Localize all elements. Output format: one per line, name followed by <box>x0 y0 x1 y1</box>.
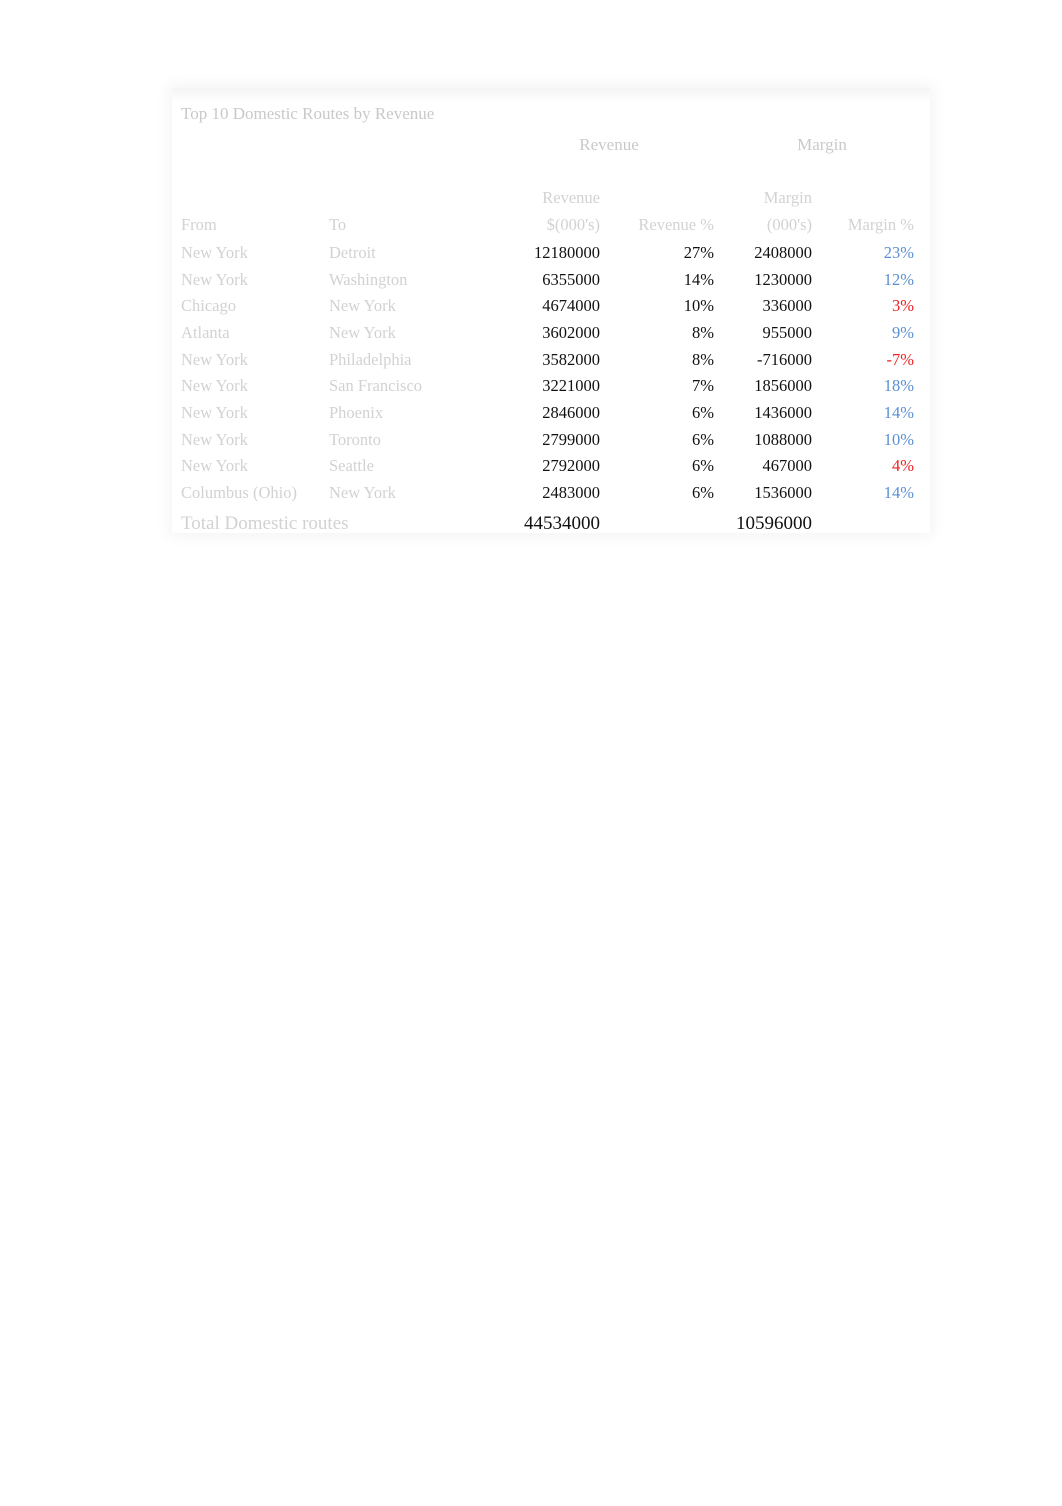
spacer-row <box>172 159 930 186</box>
cell-revenue-pct: 10% <box>683 296 715 316</box>
cell-from: New York <box>181 456 248 476</box>
table-row: Columbus (Ohio) New York 2483000 6% 1536… <box>172 480 930 507</box>
column-header-to: To <box>329 215 347 235</box>
cell-margin: 1088000 <box>754 429 813 449</box>
cell-margin: -716000 <box>757 349 813 369</box>
cell-to: Washington <box>329 269 408 289</box>
cell-revenue-pct: 8% <box>692 322 715 342</box>
cell-to: New York <box>329 483 396 503</box>
cell-margin: 1856000 <box>754 376 813 396</box>
routes-table: Revenue Margin From To Revenue $(000's) … <box>172 132 930 538</box>
cell-revenue: 2792000 <box>542 456 600 476</box>
cell-to: Seattle <box>329 456 374 476</box>
total-label: Total Domestic routes <box>181 512 349 534</box>
group-header-margin: Margin <box>797 135 847 154</box>
cell-to: Detroit <box>329 242 376 262</box>
cell-revenue: 12180000 <box>534 242 600 262</box>
cell-margin-pct: 23% <box>883 242 915 262</box>
cell-revenue-pct: 27% <box>683 242 715 262</box>
cell-revenue: 3221000 <box>542 376 600 396</box>
cell-revenue-pct: 8% <box>692 349 715 369</box>
cell-margin-pct: 4% <box>892 456 915 476</box>
cell-margin-pct: -7% <box>886 349 915 369</box>
cell-margin: 1230000 <box>754 269 813 289</box>
total-margin: 10596000 <box>736 512 813 534</box>
table-row: New York Detroit 12180000 27% 2408000 23… <box>172 240 930 267</box>
cell-margin-pct: 14% <box>883 403 915 423</box>
total-revenue: 44534000 <box>524 512 600 534</box>
table-row: New York Philadelphia 3582000 8% -716000… <box>172 347 930 374</box>
cell-to: New York <box>329 296 396 316</box>
column-header-margin-percent: Margin % <box>847 215 915 235</box>
cell-to: Phoenix <box>329 403 384 423</box>
column-header-margin-amount-line1: Margin <box>763 188 813 208</box>
cell-margin: 1436000 <box>754 403 813 423</box>
cell-from: Chicago <box>181 296 236 316</box>
group-header-row: Revenue Margin <box>172 132 930 159</box>
cell-margin: 2408000 <box>754 242 813 262</box>
column-header-revenue-amount: Revenue $(000's) <box>504 185 600 239</box>
cell-revenue: 3602000 <box>542 322 600 342</box>
column-header-row: From To Revenue $(000's) Revenue % Margi… <box>172 185 930 239</box>
table-row: New York Seattle 2792000 6% 467000 4% <box>172 453 930 480</box>
cell-revenue: 4674000 <box>542 296 600 316</box>
cell-revenue: 2846000 <box>542 403 600 423</box>
cell-from: New York <box>181 269 248 289</box>
cell-from: Atlanta <box>181 322 230 342</box>
cell-to: Philadelphia <box>329 349 412 369</box>
column-header-from: From <box>181 215 217 235</box>
cell-margin-pct: 12% <box>883 269 915 289</box>
report-panel: Top 10 Domestic Routes by Revenue Revenu… <box>172 88 930 534</box>
table-row: New York Phoenix 2846000 6% 1436000 14% <box>172 400 930 427</box>
table-row: New York Washington 6355000 14% 1230000 … <box>172 267 930 294</box>
column-header-margin-amount: Margin (000's) <box>714 185 812 239</box>
cell-revenue: 6355000 <box>542 269 600 289</box>
cell-margin-pct: 18% <box>883 376 915 396</box>
column-header-revenue-percent: Revenue % <box>638 215 715 235</box>
cell-margin-pct: 14% <box>883 483 915 503</box>
cell-revenue-pct: 14% <box>683 269 715 289</box>
table-row: New York Toronto 2799000 6% 1088000 10% <box>172 427 930 454</box>
cell-to: San Francisco <box>329 376 423 396</box>
table-row: New York San Francisco 3221000 7% 185600… <box>172 373 930 400</box>
cell-revenue: 2799000 <box>542 429 600 449</box>
table-row: Atlanta New York 3602000 8% 955000 9% <box>172 320 930 347</box>
cell-margin: 1536000 <box>754 483 813 503</box>
cell-to: New York <box>329 322 396 342</box>
group-header-revenue: Revenue <box>579 135 639 154</box>
cell-from: Columbus (Ohio) <box>181 483 297 503</box>
cell-from: New York <box>181 429 248 449</box>
cell-from: New York <box>181 376 248 396</box>
cell-revenue-pct: 6% <box>692 429 715 449</box>
cell-revenue: 3582000 <box>542 349 600 369</box>
cell-revenue-pct: 6% <box>692 483 715 503</box>
cell-from: New York <box>181 403 248 423</box>
cell-revenue-pct: 6% <box>692 403 715 423</box>
table-row: Chicago New York 4674000 10% 336000 3% <box>172 293 930 320</box>
cell-from: New York <box>181 242 248 262</box>
cell-margin: 955000 <box>762 322 813 342</box>
cell-revenue: 2483000 <box>542 483 600 503</box>
cell-from: New York <box>181 349 248 369</box>
spacer-cell <box>172 159 930 186</box>
cell-to: Toronto <box>329 429 382 449</box>
cell-margin-pct: 9% <box>892 322 915 342</box>
cell-margin-pct: 10% <box>883 429 915 449</box>
cell-margin: 336000 <box>762 296 813 316</box>
cell-revenue-pct: 6% <box>692 456 715 476</box>
total-revenue-pct <box>600 507 714 538</box>
cell-revenue-pct: 7% <box>692 376 715 396</box>
group-header-blank-from <box>172 132 329 159</box>
cell-margin: 467000 <box>762 456 813 476</box>
total-row: Total Domestic routes 44534000 10596000 <box>172 507 930 538</box>
group-header-blank-to <box>329 132 504 159</box>
column-header-revenue-amount-line2: $(000's) <box>546 215 600 235</box>
cell-margin-pct: 3% <box>892 296 915 316</box>
page-title: Top 10 Domestic Routes by Revenue <box>181 104 435 123</box>
column-header-margin-amount-line2: (000's) <box>766 215 813 235</box>
total-margin-pct <box>812 507 930 538</box>
column-header-revenue-amount-line1: Revenue <box>542 188 600 208</box>
